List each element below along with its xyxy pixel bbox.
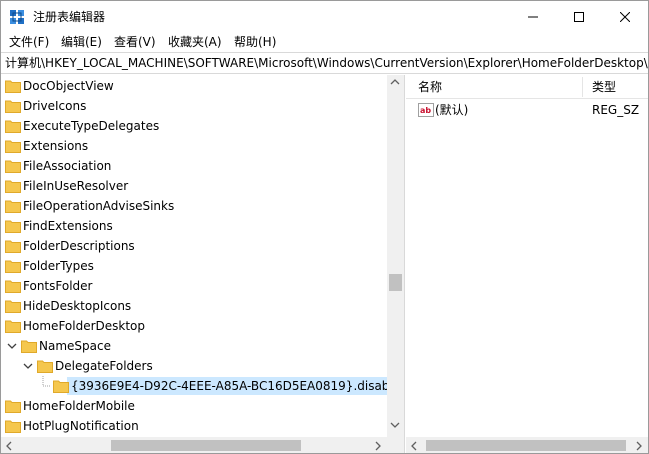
maximize-button[interactable]: [556, 1, 602, 32]
tree-item-label: FolderDescriptions: [23, 239, 135, 253]
list-header: 名称 类型: [406, 75, 648, 99]
tree-item[interactable]: HotPlugNotification: [1, 416, 387, 436]
folder-icon: [5, 140, 21, 153]
tree-item[interactable]: HideDesktopIcons: [1, 296, 387, 316]
chevron-down-icon[interactable]: [22, 360, 34, 372]
tree-item-label: NameSpace: [39, 339, 111, 353]
tree-item[interactable]: Extensions: [1, 136, 387, 156]
scroll-up-icon[interactable]: [390, 78, 400, 86]
maximize-icon: [574, 11, 584, 22]
scroll-right-icon[interactable]: [635, 441, 643, 451]
close-button[interactable]: [602, 1, 648, 32]
string-value-icon: ab: [418, 103, 434, 117]
tree-item[interactable]: DocObjectView: [1, 76, 387, 96]
menu-edit[interactable]: 编辑(E): [60, 34, 103, 50]
tree-item-label: FileAssociation: [23, 159, 112, 173]
tree-item-label: FileInUseResolver: [23, 179, 129, 193]
tree-item[interactable]: FileInUseResolver: [1, 176, 387, 196]
regedit-window: 注册表编辑器 文件(F) 编辑(E) 查看(V) 收藏夹(A) 帮助(H) 计算…: [0, 0, 649, 454]
scroll-right-icon[interactable]: [374, 441, 382, 451]
tree-item[interactable]: DriveIcons: [1, 96, 387, 116]
tree-item-label: DriveIcons: [23, 99, 87, 113]
tree-item-label: {3936E9E4-D92C-4EEE-A85A-BC16D5EA0819}.d…: [71, 379, 405, 393]
tree-item[interactable]: FileAssociation: [1, 156, 387, 176]
tree-item-label: FindExtensions: [23, 219, 113, 233]
value-list-pane[interactable]: 名称 类型 ab (默认) REG_SZ: [406, 75, 648, 453]
folder-icon: [53, 380, 69, 393]
folder-icon: [5, 260, 21, 273]
tree-item-label: DocObjectView: [23, 79, 114, 93]
tree-item[interactable]: DelegateFolders: [1, 356, 387, 376]
svg-text:ab: ab: [420, 106, 431, 115]
tree-item-label: HomeFolderDesktop: [23, 319, 146, 333]
scroll-down-icon[interactable]: [390, 421, 400, 429]
tree-item[interactable]: FindExtensions: [1, 216, 387, 236]
tree-item-label: HideDesktopIcons: [23, 299, 132, 313]
tree-item-label: ExecuteTypeDelegates: [23, 119, 160, 133]
address-path[interactable]: 计算机\HKEY_LOCAL_MACHINE\SOFTWARE\Microsof…: [5, 56, 648, 71]
tree-item[interactable]: HomeFolderDesktop: [1, 316, 387, 336]
scrollbar-corner: [387, 437, 404, 453]
tree-item[interactable]: ExecuteTypeDelegates: [1, 116, 387, 136]
tree-item[interactable]: FolderDescriptions: [1, 236, 387, 256]
tree-item[interactable]: FontsFolder: [1, 276, 387, 296]
tree-item-label: FolderTypes: [23, 259, 94, 273]
tree-vertical-scroll-thumb[interactable]: [389, 274, 402, 291]
tree-item-label: FileOperationAdviseSinks: [23, 199, 175, 213]
folder-icon: [5, 420, 21, 433]
folder-icon: [21, 340, 37, 353]
menu-bar: 文件(F) 编辑(E) 查看(V) 收藏夹(A) 帮助(H): [1, 32, 648, 51]
list-horizontal-scrollbar[interactable]: [406, 437, 648, 453]
tree-vertical-scrollbar[interactable]: [387, 75, 404, 437]
tree-horizontal-scrollbar[interactable]: [1, 437, 387, 453]
minimize-button[interactable]: [510, 1, 556, 32]
scroll-left-icon[interactable]: [410, 441, 418, 451]
folder-icon: [5, 180, 21, 193]
folder-icon: [5, 320, 21, 333]
menu-file[interactable]: 文件(F): [8, 34, 50, 50]
minimize-icon: [528, 16, 538, 17]
address-bar[interactable]: 计算机\HKEY_LOCAL_MACHINE\SOFTWARE\Microsof…: [1, 52, 648, 74]
folder-icon: [37, 360, 53, 373]
folder-icon: [5, 80, 21, 93]
tree-connector-icon: [42, 376, 51, 387]
title-bar[interactable]: 注册表编辑器: [1, 1, 648, 32]
folder-icon: [5, 200, 21, 213]
column-header-type[interactable]: 类型: [592, 80, 616, 95]
tree-item-label: HomeFolderMobile: [23, 399, 135, 413]
regedit-app-icon: [10, 10, 24, 24]
close-icon: [620, 11, 630, 22]
tree-item[interactable]: FileOperationAdviseSinks: [1, 196, 387, 216]
folder-icon: [5, 280, 21, 293]
tree-item-label: HotPlugNotification: [23, 419, 139, 433]
folder-icon: [5, 240, 21, 253]
value-type: REG_SZ: [592, 103, 640, 117]
menu-help[interactable]: 帮助(H): [233, 34, 277, 50]
chevron-down-icon[interactable]: [6, 340, 18, 352]
tree-item[interactable]: FolderTypes: [1, 256, 387, 276]
window-title: 注册表编辑器: [33, 10, 106, 24]
tree-item-label: FontsFolder: [23, 279, 93, 293]
tree-item[interactable]: NameSpace: [1, 336, 387, 356]
folder-icon: [5, 120, 21, 133]
folder-icon: [5, 100, 21, 113]
value-name: (默认): [435, 103, 469, 117]
menu-view[interactable]: 查看(V): [113, 34, 157, 50]
folder-icon: [5, 220, 21, 233]
column-separator[interactable]: [582, 77, 583, 97]
list-item[interactable]: ab (默认) REG_SZ: [406, 101, 648, 120]
list-horizontal-scroll-thumb[interactable]: [426, 440, 626, 451]
key-tree-pane[interactable]: DocObjectView DriveIcons ExecuteTypeDelega…: [1, 75, 405, 453]
column-header-name[interactable]: 名称: [418, 80, 442, 95]
menu-favorites[interactable]: 收藏夹(A): [167, 34, 223, 50]
tree-horizontal-scroll-thumb[interactable]: [111, 440, 301, 451]
tree-item-label: DelegateFolders: [55, 359, 153, 373]
scroll-left-icon[interactable]: [5, 441, 13, 451]
folder-icon: [5, 400, 21, 413]
tree-item[interactable]: HomeFolderMobile: [1, 396, 387, 416]
tree-item-selected[interactable]: {3936E9E4-D92C-4EEE-A85A-BC16D5EA0819}.d…: [1, 376, 404, 396]
folder-icon: [5, 160, 21, 173]
folder-icon: [5, 300, 21, 313]
tree-item-label: Extensions: [23, 139, 89, 153]
